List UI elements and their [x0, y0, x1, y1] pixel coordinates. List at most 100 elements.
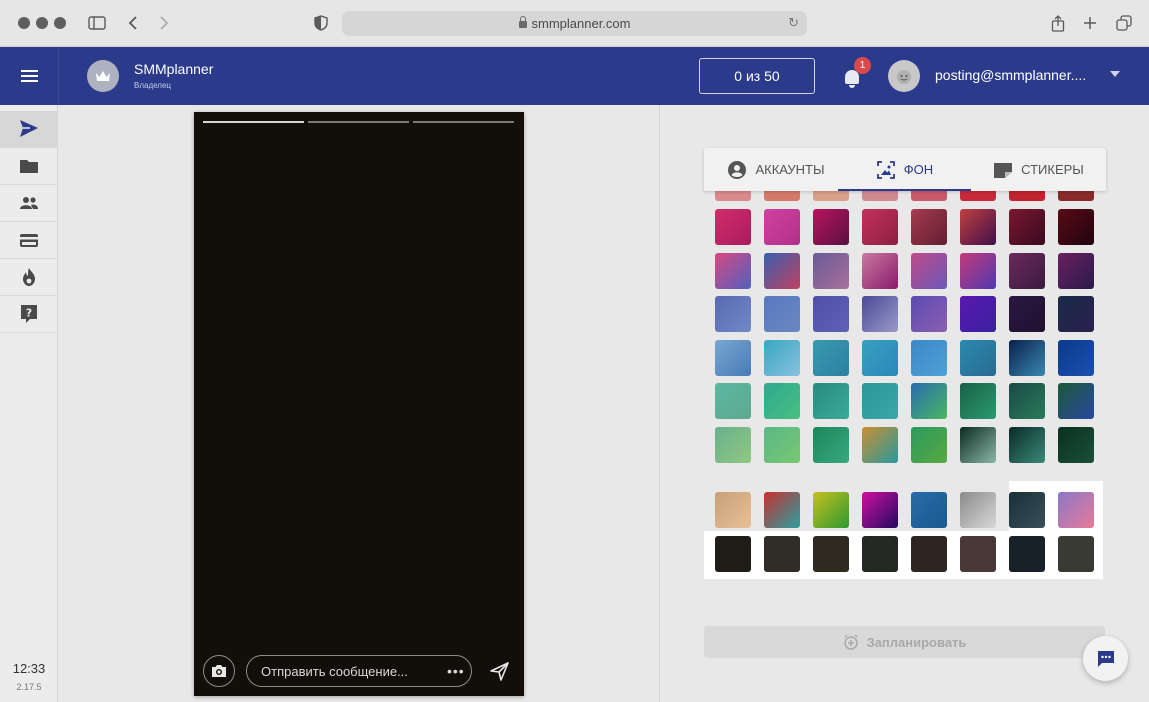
- background-swatch[interactable]: [862, 536, 898, 572]
- background-swatch[interactable]: [960, 383, 996, 419]
- sidebar-toggle-icon[interactable]: [86, 12, 108, 34]
- background-swatch[interactable]: [715, 427, 751, 463]
- background-swatch[interactable]: [1058, 383, 1094, 419]
- background-swatch[interactable]: [960, 427, 996, 463]
- background-swatch[interactable]: [764, 383, 800, 419]
- background-swatch[interactable]: [911, 191, 947, 201]
- tab-stickers[interactable]: СТИКЕРЫ: [971, 148, 1106, 191]
- background-swatch[interactable]: [764, 191, 800, 201]
- background-swatch[interactable]: [911, 383, 947, 419]
- back-icon[interactable]: [122, 12, 144, 34]
- background-swatch[interactable]: [960, 492, 996, 528]
- background-swatch[interactable]: [862, 492, 898, 528]
- user-email[interactable]: posting@smmplanner....: [935, 67, 1086, 83]
- schedule-button[interactable]: Запланировать: [704, 626, 1105, 658]
- background-swatch[interactable]: [1009, 209, 1045, 245]
- tab-accounts[interactable]: АККАУНТЫ: [714, 148, 838, 191]
- background-swatch[interactable]: [1009, 253, 1045, 289]
- background-swatch[interactable]: [813, 383, 849, 419]
- background-swatch[interactable]: [911, 536, 947, 572]
- background-swatch[interactable]: [1058, 427, 1094, 463]
- background-swatch[interactable]: [764, 340, 800, 376]
- background-swatch[interactable]: [960, 253, 996, 289]
- background-swatch[interactable]: [715, 253, 751, 289]
- background-swatch[interactable]: [813, 209, 849, 245]
- sidebar-item-promo[interactable]: [0, 259, 58, 296]
- background-swatch[interactable]: [862, 209, 898, 245]
- background-swatch[interactable]: [813, 427, 849, 463]
- background-swatch[interactable]: [813, 191, 849, 201]
- forward-icon[interactable]: [153, 12, 175, 34]
- background-swatch[interactable]: [715, 536, 751, 572]
- sidebar-item-projects[interactable]: [0, 148, 58, 185]
- background-swatch[interactable]: [764, 536, 800, 572]
- background-swatch[interactable]: [1058, 492, 1094, 528]
- background-swatch[interactable]: [862, 383, 898, 419]
- background-swatch[interactable]: [911, 253, 947, 289]
- background-swatch[interactable]: [813, 296, 849, 332]
- background-swatch[interactable]: [715, 492, 751, 528]
- message-input[interactable]: Отправить сообщение...: [246, 655, 472, 687]
- background-swatch[interactable]: [813, 492, 849, 528]
- background-swatch[interactable]: [764, 209, 800, 245]
- background-swatch[interactable]: [1009, 383, 1045, 419]
- background-swatch[interactable]: [1058, 209, 1094, 245]
- background-swatch[interactable]: [813, 340, 849, 376]
- background-swatch[interactable]: [911, 340, 947, 376]
- background-swatch[interactable]: [862, 191, 898, 201]
- sidebar-item-help[interactable]: ?: [0, 296, 58, 333]
- background-swatch[interactable]: [1009, 536, 1045, 572]
- tabs-overview-icon[interactable]: [1113, 12, 1135, 34]
- background-swatch[interactable]: [813, 536, 849, 572]
- background-swatch[interactable]: [911, 296, 947, 332]
- avatar[interactable]: [888, 60, 920, 92]
- share-icon[interactable]: [1047, 12, 1069, 34]
- more-icon[interactable]: •••: [447, 655, 465, 687]
- background-swatch[interactable]: [911, 427, 947, 463]
- sidebar-item-payment[interactable]: [0, 222, 58, 259]
- post-counter-button[interactable]: 0 из 50: [699, 58, 815, 94]
- background-swatch[interactable]: [1058, 536, 1094, 572]
- window-zoom-button[interactable]: [54, 17, 66, 29]
- background-swatch[interactable]: [1009, 427, 1045, 463]
- chevron-down-icon[interactable]: [1110, 71, 1120, 77]
- background-swatch[interactable]: [1009, 296, 1045, 332]
- background-swatch[interactable]: [715, 191, 751, 201]
- background-swatch[interactable]: [862, 340, 898, 376]
- background-swatch[interactable]: [960, 191, 996, 201]
- direct-send-icon[interactable]: [488, 660, 510, 682]
- sidebar-item-posting[interactable]: [0, 111, 58, 148]
- background-swatch[interactable]: [764, 492, 800, 528]
- background-swatch[interactable]: [715, 383, 751, 419]
- background-swatch[interactable]: [813, 253, 849, 289]
- tab-background[interactable]: ФОН: [838, 148, 971, 191]
- background-swatch[interactable]: [960, 296, 996, 332]
- menu-icon[interactable]: [0, 47, 58, 105]
- background-swatch[interactable]: [960, 209, 996, 245]
- chat-button[interactable]: [1083, 636, 1128, 681]
- background-swatch[interactable]: [715, 296, 751, 332]
- background-swatch[interactable]: [960, 536, 996, 572]
- background-swatch[interactable]: [960, 340, 996, 376]
- background-swatch[interactable]: [1058, 296, 1094, 332]
- background-swatch[interactable]: [1058, 340, 1094, 376]
- background-swatch[interactable]: [1058, 191, 1094, 201]
- background-swatch[interactable]: [715, 209, 751, 245]
- background-swatch[interactable]: [862, 253, 898, 289]
- reload-icon[interactable]: ↻: [788, 15, 799, 31]
- background-swatch[interactable]: [862, 296, 898, 332]
- background-swatch[interactable]: [862, 427, 898, 463]
- address-bar[interactable]: smmplanner.com ↻: [342, 11, 807, 36]
- background-swatch[interactable]: [715, 340, 751, 376]
- background-swatch[interactable]: [764, 253, 800, 289]
- background-swatch[interactable]: [1058, 253, 1094, 289]
- background-swatch[interactable]: [764, 296, 800, 332]
- background-swatch[interactable]: [1009, 191, 1045, 201]
- background-swatch[interactable]: [911, 492, 947, 528]
- background-swatch[interactable]: [1009, 340, 1045, 376]
- background-swatch[interactable]: [911, 209, 947, 245]
- new-tab-icon[interactable]: [1079, 12, 1101, 34]
- background-swatch[interactable]: [764, 427, 800, 463]
- camera-button[interactable]: [203, 655, 235, 687]
- sidebar-item-team[interactable]: [0, 185, 58, 222]
